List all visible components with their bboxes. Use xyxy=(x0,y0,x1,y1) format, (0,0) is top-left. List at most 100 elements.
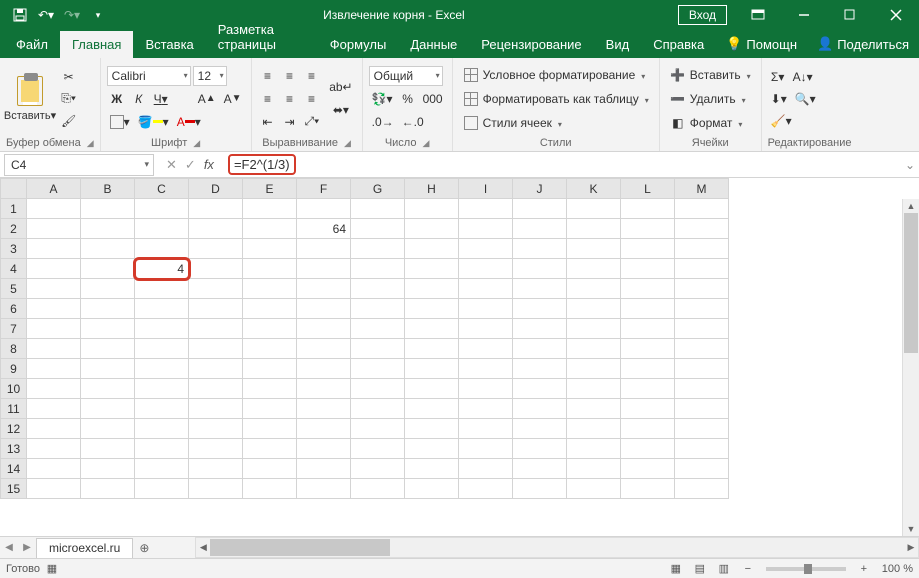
cell[interactable] xyxy=(459,419,513,439)
orientation-icon[interactable]: ⤢▾ xyxy=(302,112,323,132)
align-left-icon[interactable]: ≡ xyxy=(258,89,278,109)
cell[interactable] xyxy=(297,459,351,479)
column-header[interactable]: L xyxy=(621,179,675,199)
cell[interactable] xyxy=(513,419,567,439)
autosum-icon[interactable]: Σ▾ xyxy=(768,67,788,87)
wrap-text-button[interactable]: ab↵ xyxy=(326,77,355,97)
login-button[interactable]: Вход xyxy=(678,5,727,25)
format-as-table-button[interactable]: Форматировать как таблицу xyxy=(459,88,653,110)
cell[interactable] xyxy=(513,199,567,219)
cell[interactable] xyxy=(621,299,675,319)
cell[interactable] xyxy=(27,279,81,299)
qat-customize-icon[interactable]: ▾ xyxy=(86,3,110,27)
macro-record-icon[interactable]: ▦ xyxy=(40,562,64,575)
cell[interactable] xyxy=(297,439,351,459)
cell[interactable] xyxy=(567,279,621,299)
row-header[interactable]: 7 xyxy=(1,319,27,339)
cell[interactable] xyxy=(81,199,135,219)
italic-button[interactable]: К xyxy=(129,89,149,109)
cell[interactable] xyxy=(243,419,297,439)
cell[interactable] xyxy=(405,339,459,359)
cell[interactable] xyxy=(189,479,243,499)
cell[interactable] xyxy=(81,459,135,479)
font-size-combo[interactable]: 12 xyxy=(193,66,227,86)
undo-icon[interactable]: ↶▾ xyxy=(34,3,58,27)
cell[interactable] xyxy=(621,319,675,339)
cell[interactable] xyxy=(513,399,567,419)
cell[interactable] xyxy=(189,459,243,479)
cell[interactable] xyxy=(405,279,459,299)
cell[interactable] xyxy=(675,459,729,479)
cell[interactable] xyxy=(81,379,135,399)
row-header[interactable]: 8 xyxy=(1,339,27,359)
cell[interactable] xyxy=(513,339,567,359)
cell[interactable] xyxy=(621,259,675,279)
cell[interactable] xyxy=(351,199,405,219)
cell[interactable] xyxy=(27,459,81,479)
fill-color-button[interactable]: 🪣▾ xyxy=(135,112,172,132)
cell[interactable] xyxy=(675,479,729,499)
cell[interactable] xyxy=(459,379,513,399)
sheet-tab[interactable]: microexcel.ru xyxy=(36,538,133,558)
cell[interactable] xyxy=(459,219,513,239)
row-header[interactable]: 4 xyxy=(1,259,27,279)
cell[interactable] xyxy=(81,319,135,339)
enter-formula-icon[interactable]: ✓ xyxy=(185,157,196,173)
column-header[interactable]: C xyxy=(135,179,189,199)
conditional-formatting-button[interactable]: Условное форматирование xyxy=(459,64,653,86)
column-header[interactable]: B xyxy=(81,179,135,199)
cell[interactable] xyxy=(351,479,405,499)
cell[interactable] xyxy=(567,219,621,239)
cell[interactable] xyxy=(405,299,459,319)
dialog-launcher-icon[interactable]: ◢ xyxy=(422,138,429,149)
cell[interactable] xyxy=(27,199,81,219)
decrease-decimal-icon[interactable]: ←.0 xyxy=(399,112,427,132)
cell[interactable] xyxy=(675,299,729,319)
cell[interactable] xyxy=(621,459,675,479)
column-header[interactable]: J xyxy=(513,179,567,199)
cell[interactable] xyxy=(567,259,621,279)
cell[interactable] xyxy=(351,379,405,399)
underline-button[interactable]: Ч▾ xyxy=(151,89,171,109)
cell[interactable] xyxy=(513,279,567,299)
cell[interactable] xyxy=(621,339,675,359)
cell[interactable] xyxy=(459,399,513,419)
cell[interactable] xyxy=(27,379,81,399)
zoom-slider[interactable] xyxy=(766,567,846,571)
cell[interactable] xyxy=(405,219,459,239)
column-header[interactable]: H xyxy=(405,179,459,199)
cell[interactable] xyxy=(513,299,567,319)
redo-icon[interactable]: ↷▾ xyxy=(60,3,84,27)
insert-function-button[interactable]: fx xyxy=(204,157,214,172)
cell[interactable] xyxy=(567,199,621,219)
cell[interactable] xyxy=(189,439,243,459)
cell[interactable] xyxy=(567,359,621,379)
cell[interactable] xyxy=(135,199,189,219)
cell[interactable] xyxy=(81,279,135,299)
zoom-level[interactable]: 100 % xyxy=(882,563,913,575)
cell[interactable] xyxy=(189,259,243,279)
cell[interactable] xyxy=(189,219,243,239)
cell[interactable] xyxy=(513,319,567,339)
cell[interactable] xyxy=(297,199,351,219)
scroll-down-icon[interactable]: ▼ xyxy=(903,522,919,536)
cell[interactable] xyxy=(405,379,459,399)
cell[interactable] xyxy=(405,479,459,499)
cell[interactable] xyxy=(513,259,567,279)
cell[interactable] xyxy=(351,239,405,259)
column-header[interactable]: A xyxy=(27,179,81,199)
cell[interactable] xyxy=(513,479,567,499)
cell[interactable] xyxy=(513,459,567,479)
vertical-scrollbar[interactable]: ▲ ▼ xyxy=(902,199,919,536)
cell[interactable] xyxy=(513,239,567,259)
cell[interactable] xyxy=(567,459,621,479)
cell[interactable] xyxy=(459,279,513,299)
cell[interactable] xyxy=(243,239,297,259)
row-header[interactable]: 1 xyxy=(1,199,27,219)
page-break-view-icon[interactable]: ▥ xyxy=(712,562,736,575)
cell[interactable] xyxy=(405,199,459,219)
column-header[interactable]: F xyxy=(297,179,351,199)
cell[interactable] xyxy=(567,419,621,439)
align-center-icon[interactable]: ≡ xyxy=(280,89,300,109)
cell[interactable] xyxy=(189,399,243,419)
